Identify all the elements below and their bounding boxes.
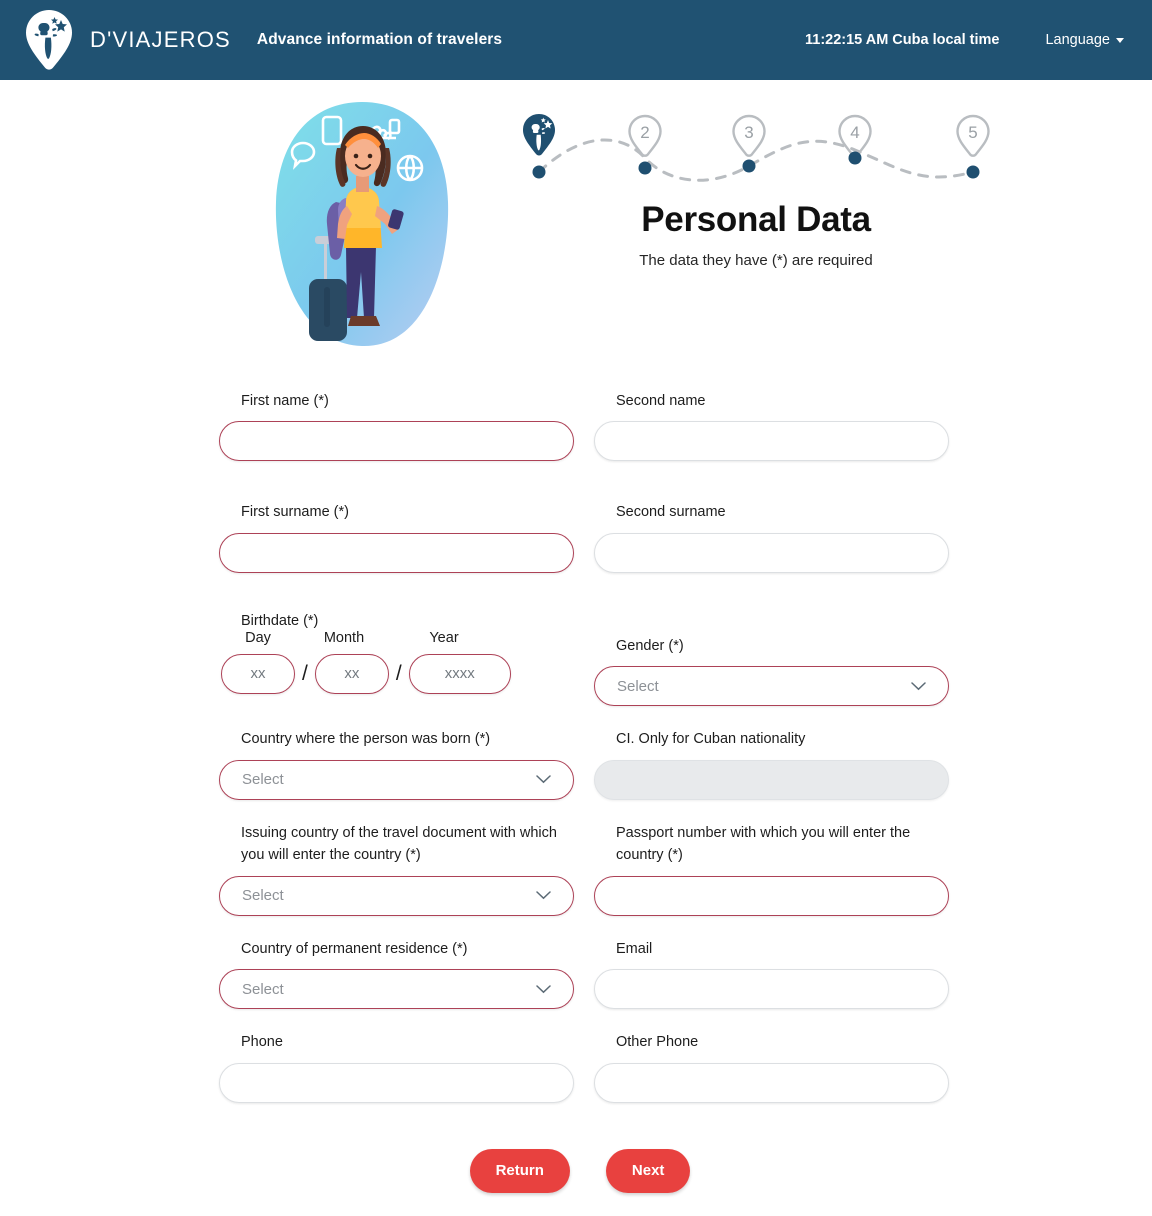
field-group-second-surname: Second surname [594,501,949,573]
form-row-document: Issuing country of the travel document w… [219,822,949,916]
second-surname-label: Second surname [616,504,726,521]
gender-select[interactable]: Select [594,666,949,707]
birthdate-day-input[interactable]: xx [221,653,295,694]
stepper-col: 2 3 4 5 Personal Data The data they have… [520,98,1152,269]
traveler-illustration [275,102,449,347]
progress-stepper: 2 3 4 5 [523,114,990,182]
field-group-birthdate: Birthdate (*) Day Month Year xx / xx / x… [219,613,574,706]
country-born-select[interactable]: Select [219,759,574,800]
email-label: Email [616,940,653,957]
issuing-country-value: Select [242,887,284,905]
stepper-step-3-label: 3 [744,123,753,142]
stepper-step-2-label: 2 [640,123,649,142]
hero-section: 2 3 4 5 Personal Data The data they have… [0,80,1152,350]
country-residence-label: Country of permanent residence (*) [241,940,468,957]
brand[interactable]: D'VIAJEROS [22,9,231,71]
form-row-names: First name (*) Second name [219,390,949,462]
language-menu[interactable]: Language [1045,32,1124,48]
language-label: Language [1045,32,1110,48]
passport-number-label: Passport number with which you will ente… [616,824,911,864]
field-group-phone: Phone [219,1031,574,1103]
first-name-input[interactable] [219,421,574,462]
gender-label: Gender (*) [616,637,684,654]
form-row-birthdate-gender: Birthdate (*) Day Month Year xx / xx / x… [219,613,949,707]
illustration-wrap [262,98,542,350]
country-born-value: Select [242,771,284,789]
issuing-country-select[interactable]: Select [219,875,574,916]
stepper-step-1 [523,114,555,179]
return-button[interactable]: Return [469,1148,570,1193]
chevron-down-icon [911,682,926,691]
first-surname-label: First surname (*) [241,504,349,521]
first-surname-input[interactable] [219,532,574,573]
dviajeros-pin-logo [26,10,72,70]
cuba-local-time: 11:22:15 AM Cuba local time [805,32,1000,48]
country-born-label: Country where the person was born (*) [241,731,491,748]
country-residence-select[interactable]: Select [219,969,574,1010]
issuing-country-label: Issuing country of the travel document w… [241,824,557,864]
ci-input [594,759,949,800]
field-group-issuing-country: Issuing country of the travel document w… [219,822,574,916]
birthdate-year-input[interactable]: xxxx [408,653,511,694]
field-group-country-born: Country where the person was born (*) Se… [219,728,574,800]
header-tagline: Advance information of travelers [256,31,503,48]
ci-label: CI. Only for Cuban nationality [616,731,806,748]
field-group-first-surname: First surname (*) [219,501,574,573]
field-group-passport-number: Passport number with which you will ente… [594,822,949,916]
field-group-other-phone: Other Phone [594,1031,949,1103]
birthdate-month-input[interactable]: xx [314,653,389,694]
field-group-second-name: Second name [594,390,949,462]
other-phone-input[interactable] [594,1062,949,1103]
field-group-email: Email [594,938,949,1010]
birthdate-day-placeholder: xx [250,665,266,683]
phone-label: Phone [241,1034,283,1051]
email-input[interactable] [594,969,949,1010]
chevron-down-icon [536,891,551,900]
gender-value: Select [617,677,659,695]
birthdate-month-label: Month [323,629,365,646]
field-group-gender: Gender (*) Select [594,613,949,707]
birthdate-separator-2: / [395,661,402,685]
form-row-surnames: First surname (*) Second surname [219,501,949,573]
birthdate-day-label: Day [245,629,271,646]
birthdate-month-placeholder: xx [344,665,360,683]
form-actions: Return Next [219,1148,941,1193]
birthdate-separator-1: / [302,661,308,685]
other-phone-label: Other Phone [616,1034,699,1051]
field-group-first-name: First name (*) [219,390,574,462]
form-row-residence-email: Country of permanent residence (*) Selec… [219,938,949,1010]
second-name-label: Second name [616,393,706,409]
birthdate-year-label: Year [429,629,459,646]
stepper-step-5-label: 5 [968,123,977,142]
field-group-ci: CI. Only for Cuban nationality [594,728,949,800]
form-row-phones: Phone Other Phone [219,1031,949,1103]
page-title: Personal Data [641,200,871,239]
page-body: 2 3 4 5 Personal Data The data they have… [0,80,1152,1193]
stepper-step-4-label: 4 [850,123,859,142]
next-button[interactable]: Next [605,1148,691,1193]
second-surname-input[interactable] [594,532,949,573]
country-residence-value: Select [242,980,284,998]
first-name-label: First name (*) [241,393,329,409]
app-header: D'VIAJEROS Advance information of travel… [0,0,1152,80]
brand-name: D'VIAJEROS [90,27,231,52]
birthdate-label: Birthdate (*) [241,612,319,629]
caret-down-icon [1116,37,1124,43]
passport-number-input[interactable] [594,875,949,916]
page-subtitle: The data they have (*) are required [639,252,873,269]
form-row-country-ci: Country where the person was born (*) Se… [219,728,949,800]
chevron-down-icon [536,775,551,784]
chevron-down-icon [536,985,551,994]
personal-data-form: First name (*) Second name First surname… [211,390,949,1193]
field-group-country-residence: Country of permanent residence (*) Selec… [219,938,574,1010]
phone-input[interactable] [219,1062,574,1103]
second-name-input[interactable] [594,421,949,462]
birthdate-year-placeholder: xxxx [444,665,475,683]
